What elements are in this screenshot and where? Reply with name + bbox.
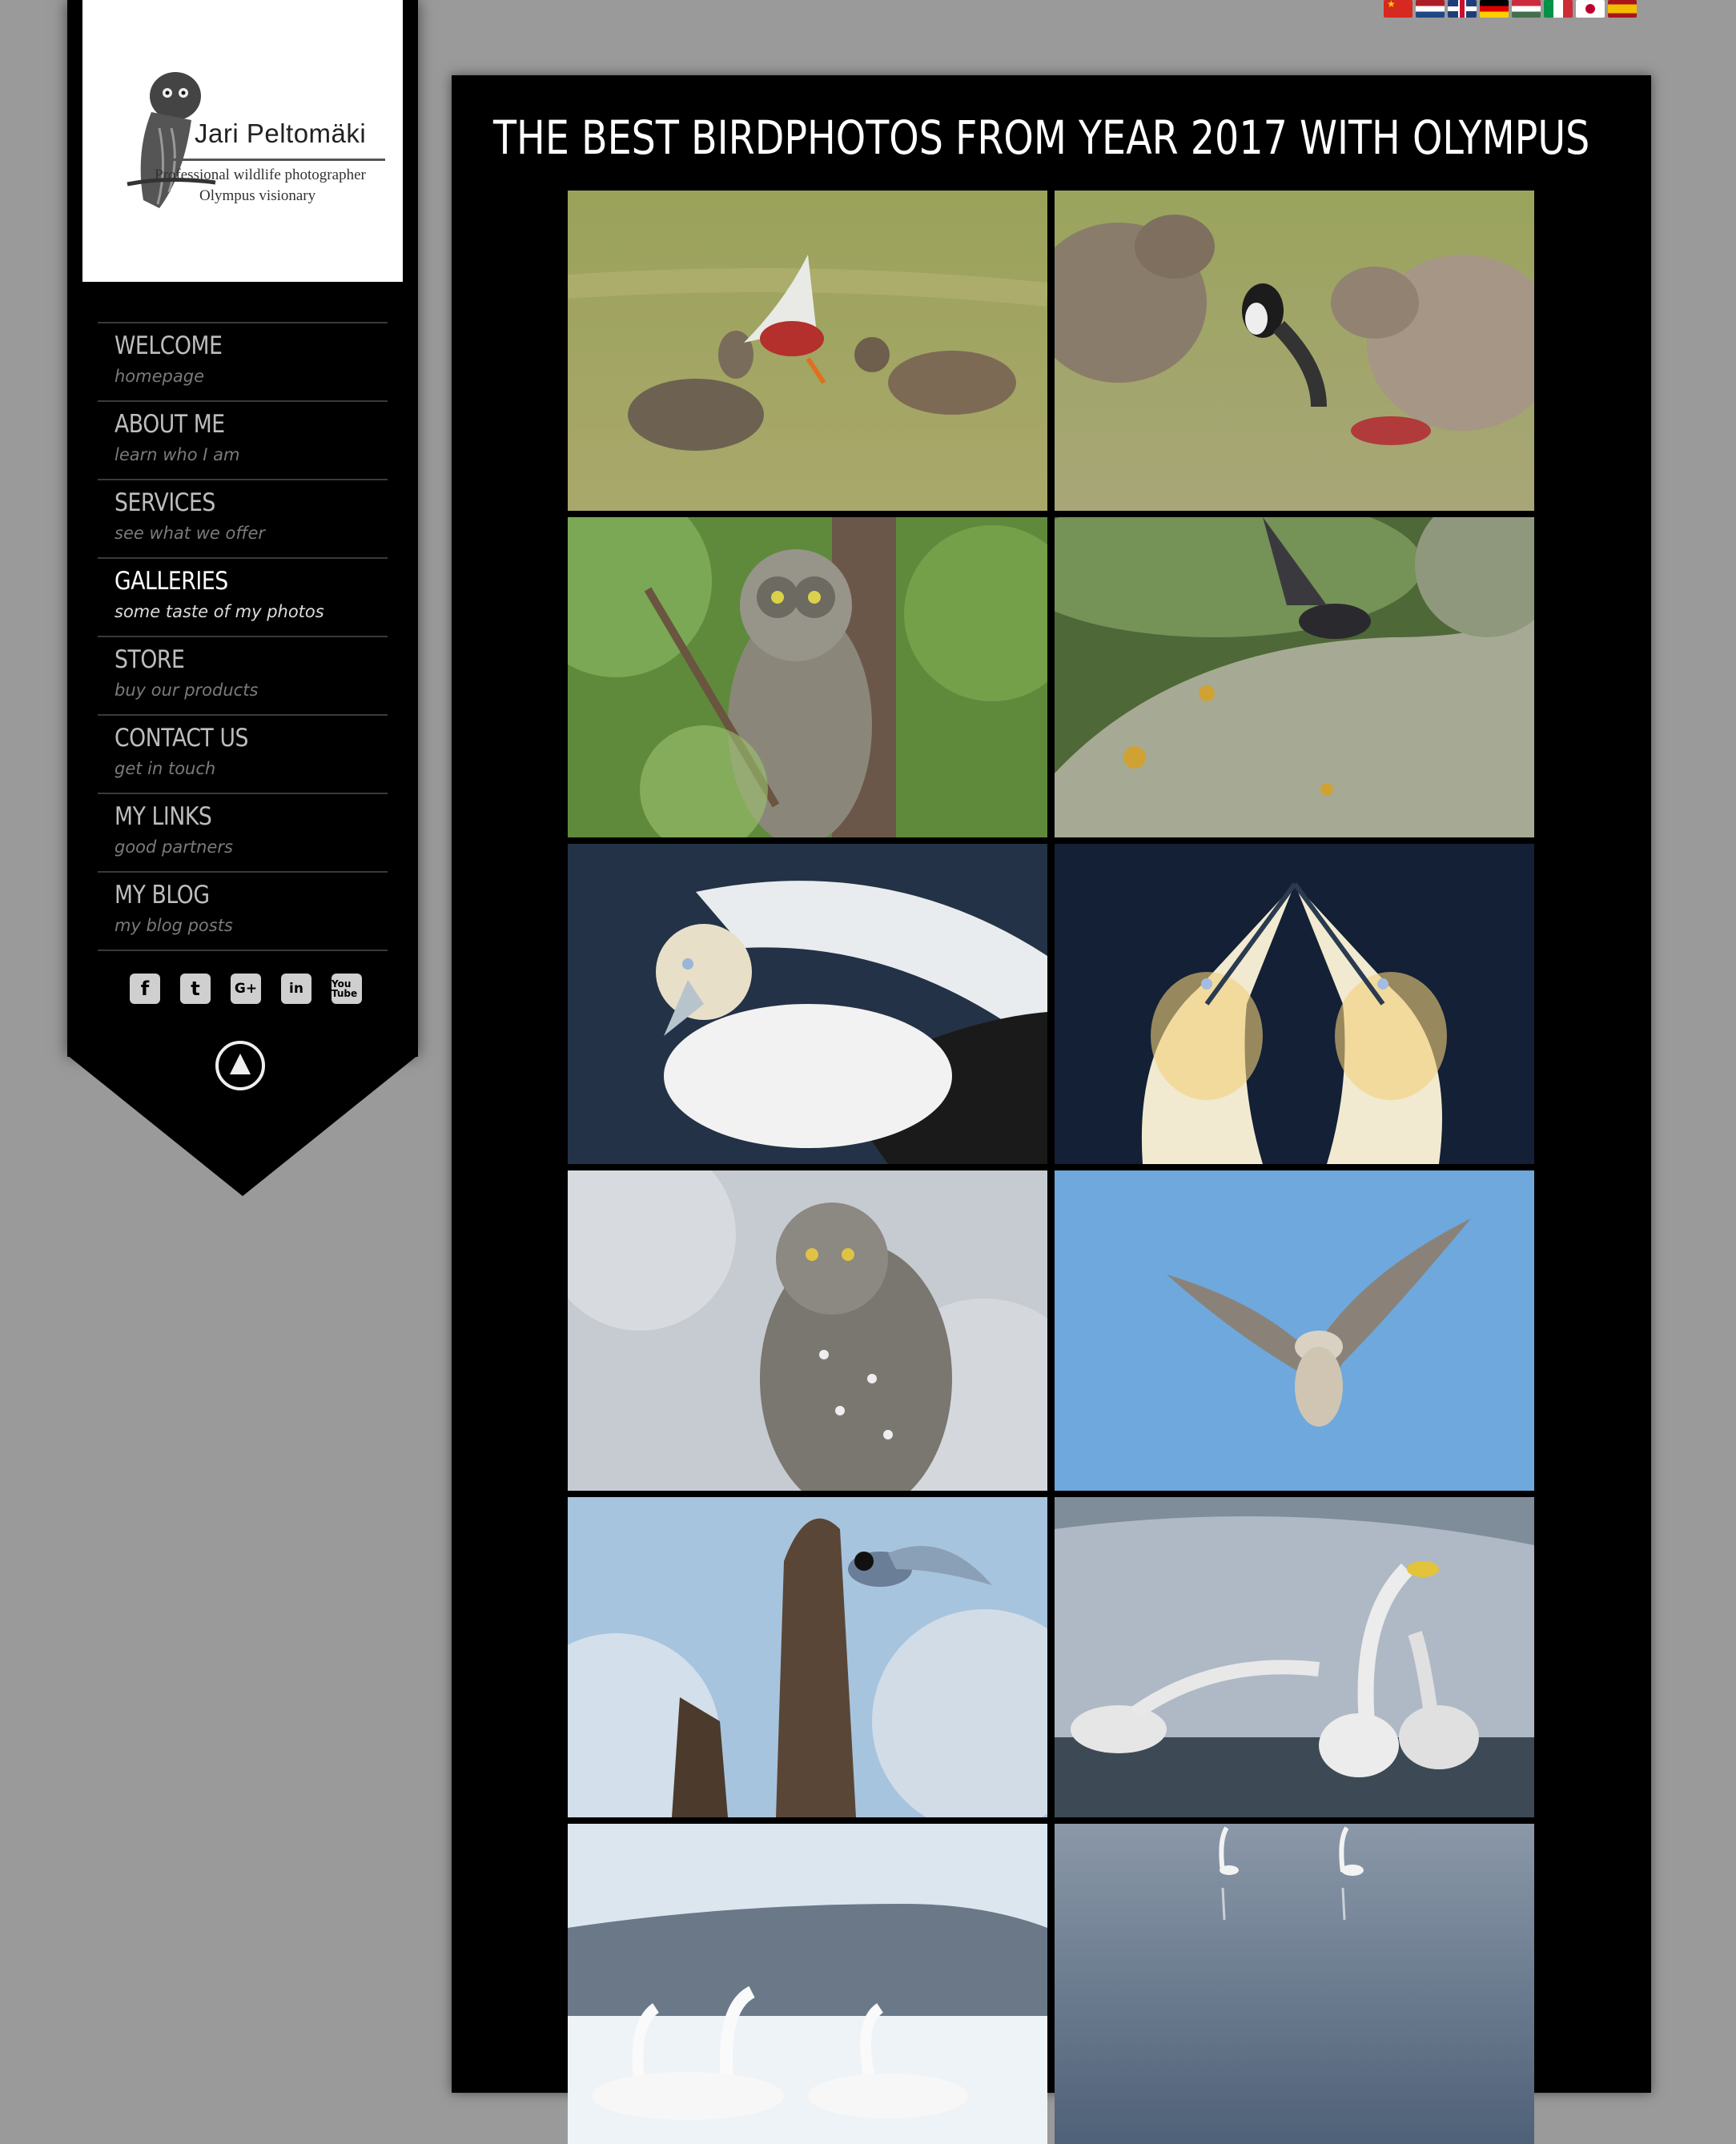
photo-image xyxy=(1055,1824,1534,2144)
gallery-photo[interactable] xyxy=(568,517,1047,837)
nav-item-my-links[interactable]: MY LINKS good partners xyxy=(98,794,388,873)
nav-item-store[interactable]: STORE buy our products xyxy=(98,637,388,716)
logo-divider xyxy=(171,159,385,161)
photo-image xyxy=(568,1170,1047,1491)
nav-item-subtitle: good partners xyxy=(115,837,233,857)
page-title: THE BEST BIRDPHOTOS FROM YEAR 2017 WITH … xyxy=(493,110,1590,165)
photo-image xyxy=(1055,844,1534,1164)
google-plus-icon[interactable]: G+ xyxy=(231,974,261,1004)
photo-image xyxy=(568,517,1047,837)
gallery-photo[interactable] xyxy=(568,1497,1047,1817)
nav-item-about-me[interactable]: ABOUT ME learn who I am xyxy=(98,402,388,480)
nav-item-title: STORE xyxy=(115,645,185,674)
nav-item-my-blog[interactable]: MY BLOG my blog posts xyxy=(98,873,388,951)
gallery-photo[interactable] xyxy=(568,1170,1047,1491)
gallery-photo[interactable] xyxy=(1055,1170,1534,1491)
nav-item-subtitle: learn who I am xyxy=(115,445,240,464)
flag-japan-icon[interactable] xyxy=(1576,0,1605,18)
flag-hungary-icon[interactable] xyxy=(1512,0,1541,18)
nav-item-title: WELCOME xyxy=(115,331,223,360)
nav-item-services[interactable]: SERVICES see what we offer xyxy=(98,480,388,559)
nav-item-subtitle: some taste of my photos xyxy=(115,602,324,621)
photo-image xyxy=(1055,191,1534,511)
logo-name: Jari Peltomäki xyxy=(195,118,367,148)
gallery-photo[interactable] xyxy=(1055,191,1534,511)
flag-united-kingdom-icon[interactable] xyxy=(1448,0,1477,18)
nav-item-title: SERVICES xyxy=(115,488,215,517)
social-links: f t G+ in You Tube xyxy=(130,974,362,1004)
nav-item-galleries[interactable]: GALLERIES some taste of my photos xyxy=(98,559,388,637)
content-panel: THE BEST BIRDPHOTOS FROM YEAR 2017 WITH … xyxy=(452,75,1651,2144)
photo-image xyxy=(568,844,1047,1164)
photo-image xyxy=(568,191,1047,511)
youtube-icon[interactable]: You Tube xyxy=(332,974,362,1004)
nav-item-subtitle: homepage xyxy=(115,367,204,386)
gallery-photo[interactable] xyxy=(1055,517,1534,837)
gallery-photo[interactable] xyxy=(1055,1497,1534,1817)
flag-germany-icon[interactable] xyxy=(1480,0,1509,18)
flag-china-icon[interactable] xyxy=(1384,0,1413,18)
site-logo[interactable]: Jari Peltomäki Professional wildlife pho… xyxy=(82,0,403,282)
nav-item-title: MY BLOG xyxy=(115,881,210,909)
nav-item-title: ABOUT ME xyxy=(115,410,225,439)
main-nav: WELCOME homepage ABOUT ME learn who I am… xyxy=(98,322,388,951)
gallery-photo[interactable] xyxy=(1055,1824,1534,2144)
photo-image xyxy=(1055,1170,1534,1491)
logo-tagline-2: Olympus visionary xyxy=(199,187,316,204)
photo-image xyxy=(1055,517,1534,837)
nav-item-title: CONTACT US xyxy=(115,724,249,753)
nav-item-contact-us[interactable]: CONTACT US get in touch xyxy=(98,716,388,794)
language-selector xyxy=(1384,0,1637,18)
flag-italy-icon[interactable] xyxy=(1544,0,1573,18)
gallery-photo[interactable] xyxy=(568,844,1047,1164)
gallery-photo[interactable] xyxy=(568,191,1047,511)
photo-image xyxy=(1055,1497,1534,1817)
nav-item-welcome[interactable]: WELCOME homepage xyxy=(98,323,388,402)
gallery-photo[interactable] xyxy=(568,1824,1047,2144)
twitter-icon[interactable]: t xyxy=(180,974,211,1004)
flag-spain-icon[interactable] xyxy=(1608,0,1637,18)
gallery-photo[interactable] xyxy=(1055,844,1534,1164)
linkedin-icon[interactable]: in xyxy=(281,974,311,1004)
nav-item-title: GALLERIES xyxy=(115,567,228,596)
photo-image xyxy=(568,1824,1047,2144)
nav-item-subtitle: my blog posts xyxy=(115,916,233,935)
sidebar: Jari Peltomäki Professional wildlife pho… xyxy=(67,0,418,1196)
nav-item-subtitle: see what we offer xyxy=(115,524,266,543)
arrow-up-circle-icon[interactable] xyxy=(215,1041,265,1090)
nav-item-title: MY LINKS xyxy=(115,802,212,831)
facebook-icon[interactable]: f xyxy=(130,974,160,1004)
photo-image xyxy=(568,1497,1047,1817)
photo-gallery xyxy=(568,191,1534,2144)
logo-tagline: Professional wildlife photographer xyxy=(155,167,366,183)
nav-item-subtitle: buy our products xyxy=(115,681,259,700)
nav-item-subtitle: get in touch xyxy=(115,759,216,778)
flag-netherlands-icon[interactable] xyxy=(1416,0,1445,18)
